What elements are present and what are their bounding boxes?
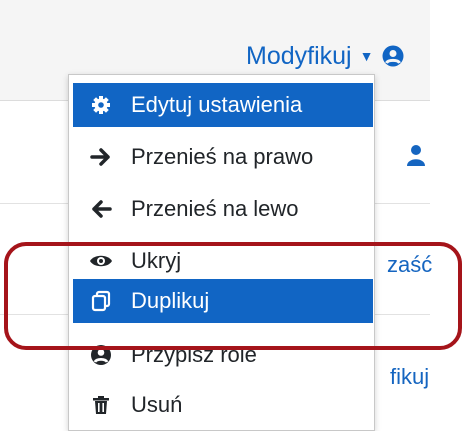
copy-icon <box>85 290 117 312</box>
menu-item-label: Edytuj ustawienia <box>131 92 303 117</box>
menu-item-move-left[interactable]: Przenieś na lewo <box>73 187 373 231</box>
modify-label: Modyfikuj <box>246 41 352 70</box>
trash-icon <box>85 395 117 415</box>
modify-menu-toggle[interactable]: Modyfikuj ▼ <box>246 36 405 76</box>
user-circle-icon <box>85 344 117 366</box>
menu-item-duplicate[interactable]: Duplikuj <box>73 279 373 323</box>
arrow-right-icon <box>85 147 117 167</box>
menu-item-edit-settings[interactable]: Edytuj ustawienia <box>73 83 373 127</box>
menu-item-label: Przenieś na lewo <box>131 196 299 221</box>
background-link[interactable]: zaść <box>387 252 432 278</box>
menu-item-move-right[interactable]: Przenieś na prawo <box>73 135 373 179</box>
arrow-left-icon <box>85 199 117 219</box>
menu-item-assign-roles[interactable]: Przypisz role <box>73 333 373 377</box>
menu-item-label: Usuń <box>131 392 183 417</box>
menu-item-hide[interactable]: Ukryj <box>73 239 373 283</box>
user-icon <box>407 145 425 166</box>
menu-item-label: Ukryj <box>131 248 182 273</box>
menu-item-delete[interactable]: Usuń <box>73 383 373 427</box>
menu-item-label: Przypisz role <box>131 342 257 367</box>
dropdown-menu: Edytuj ustawienia Przenieś na prawo Prze… <box>68 74 375 431</box>
user-circle-icon <box>382 45 404 67</box>
gear-icon <box>85 95 117 115</box>
background-link[interactable]: fikuj <box>390 364 429 390</box>
menu-item-label: Przenieś na prawo <box>131 144 314 169</box>
menu-item-label: Duplikuj <box>131 288 210 313</box>
chevron-down-icon: ▼ <box>359 48 374 64</box>
eye-icon <box>85 252 117 270</box>
